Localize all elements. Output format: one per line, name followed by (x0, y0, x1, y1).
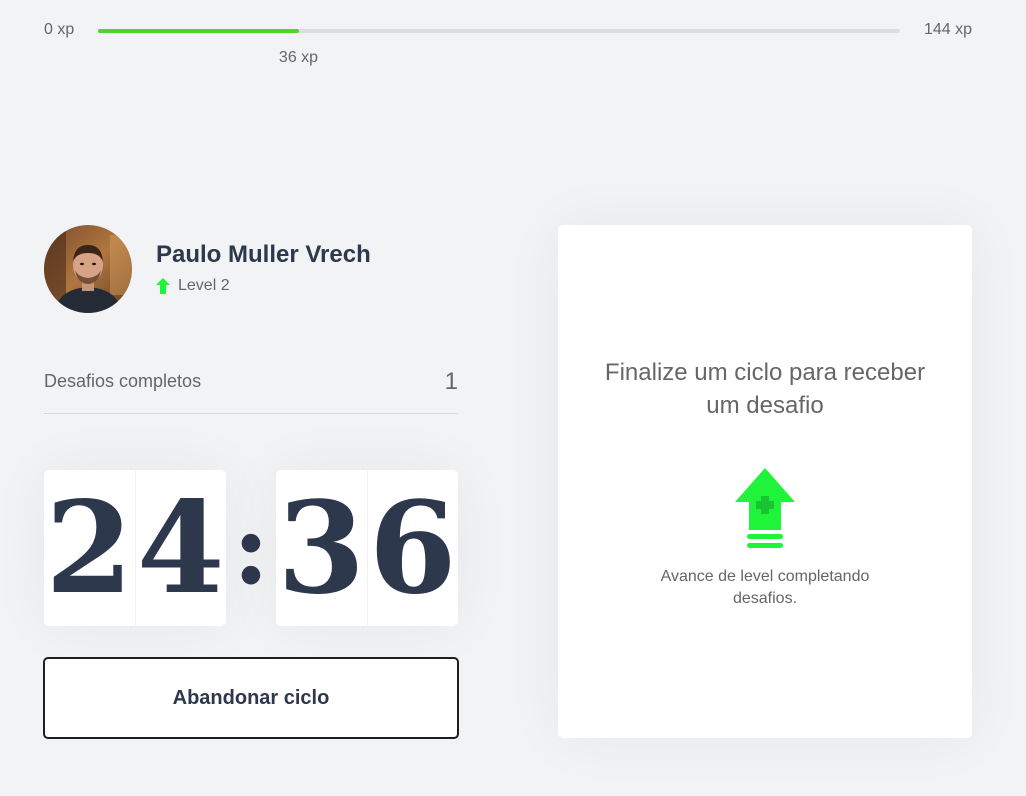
xp-progress-fill (98, 29, 299, 33)
challenge-hint: Avance de level completando desafios. (660, 568, 870, 607)
experience-bar: 0 xp 36 xp 144 xp (44, 21, 972, 66)
xp-current-label: 36 xp (278, 49, 319, 66)
xp-max-label: 144 xp (923, 21, 972, 38)
second-digit-tens: 3 (276, 470, 368, 626)
completed-challenges-count: 1 (444, 368, 458, 395)
profile: Paulo Muller Vrech Level 2 (44, 225, 458, 313)
countdown-seconds: 3 6 (276, 470, 458, 626)
avatar (44, 225, 132, 313)
xp-progress-track: 36 xp (98, 29, 900, 66)
completed-challenges: Desafios completos 1 (44, 368, 458, 414)
countdown-minutes: 2 4 (44, 470, 226, 626)
profile-level-label: Level 2 (178, 277, 230, 294)
countdown: 2 4 : 3 6 (44, 470, 458, 626)
challenge-box: Finalize um ciclo para receber um desafi… (558, 225, 972, 738)
level-up-icon (156, 278, 170, 294)
completed-challenges-label: Desafios completos (44, 371, 202, 391)
profile-level: Level 2 (156, 277, 230, 295)
second-digit-ones: 6 (368, 474, 457, 622)
abandon-cycle-button[interactable]: Abandonar ciclo (43, 657, 459, 739)
xp-min-label: 0 xp (44, 21, 75, 38)
minute-digit-ones: 4 (136, 474, 225, 622)
level-up-icon (735, 468, 795, 548)
countdown-separator: : (232, 489, 270, 607)
challenge-title: Finalize um ciclo para receber um desafi… (604, 359, 926, 419)
minute-digit-tens: 2 (44, 470, 136, 626)
profile-name: Paulo Muller Vrech (156, 241, 371, 268)
